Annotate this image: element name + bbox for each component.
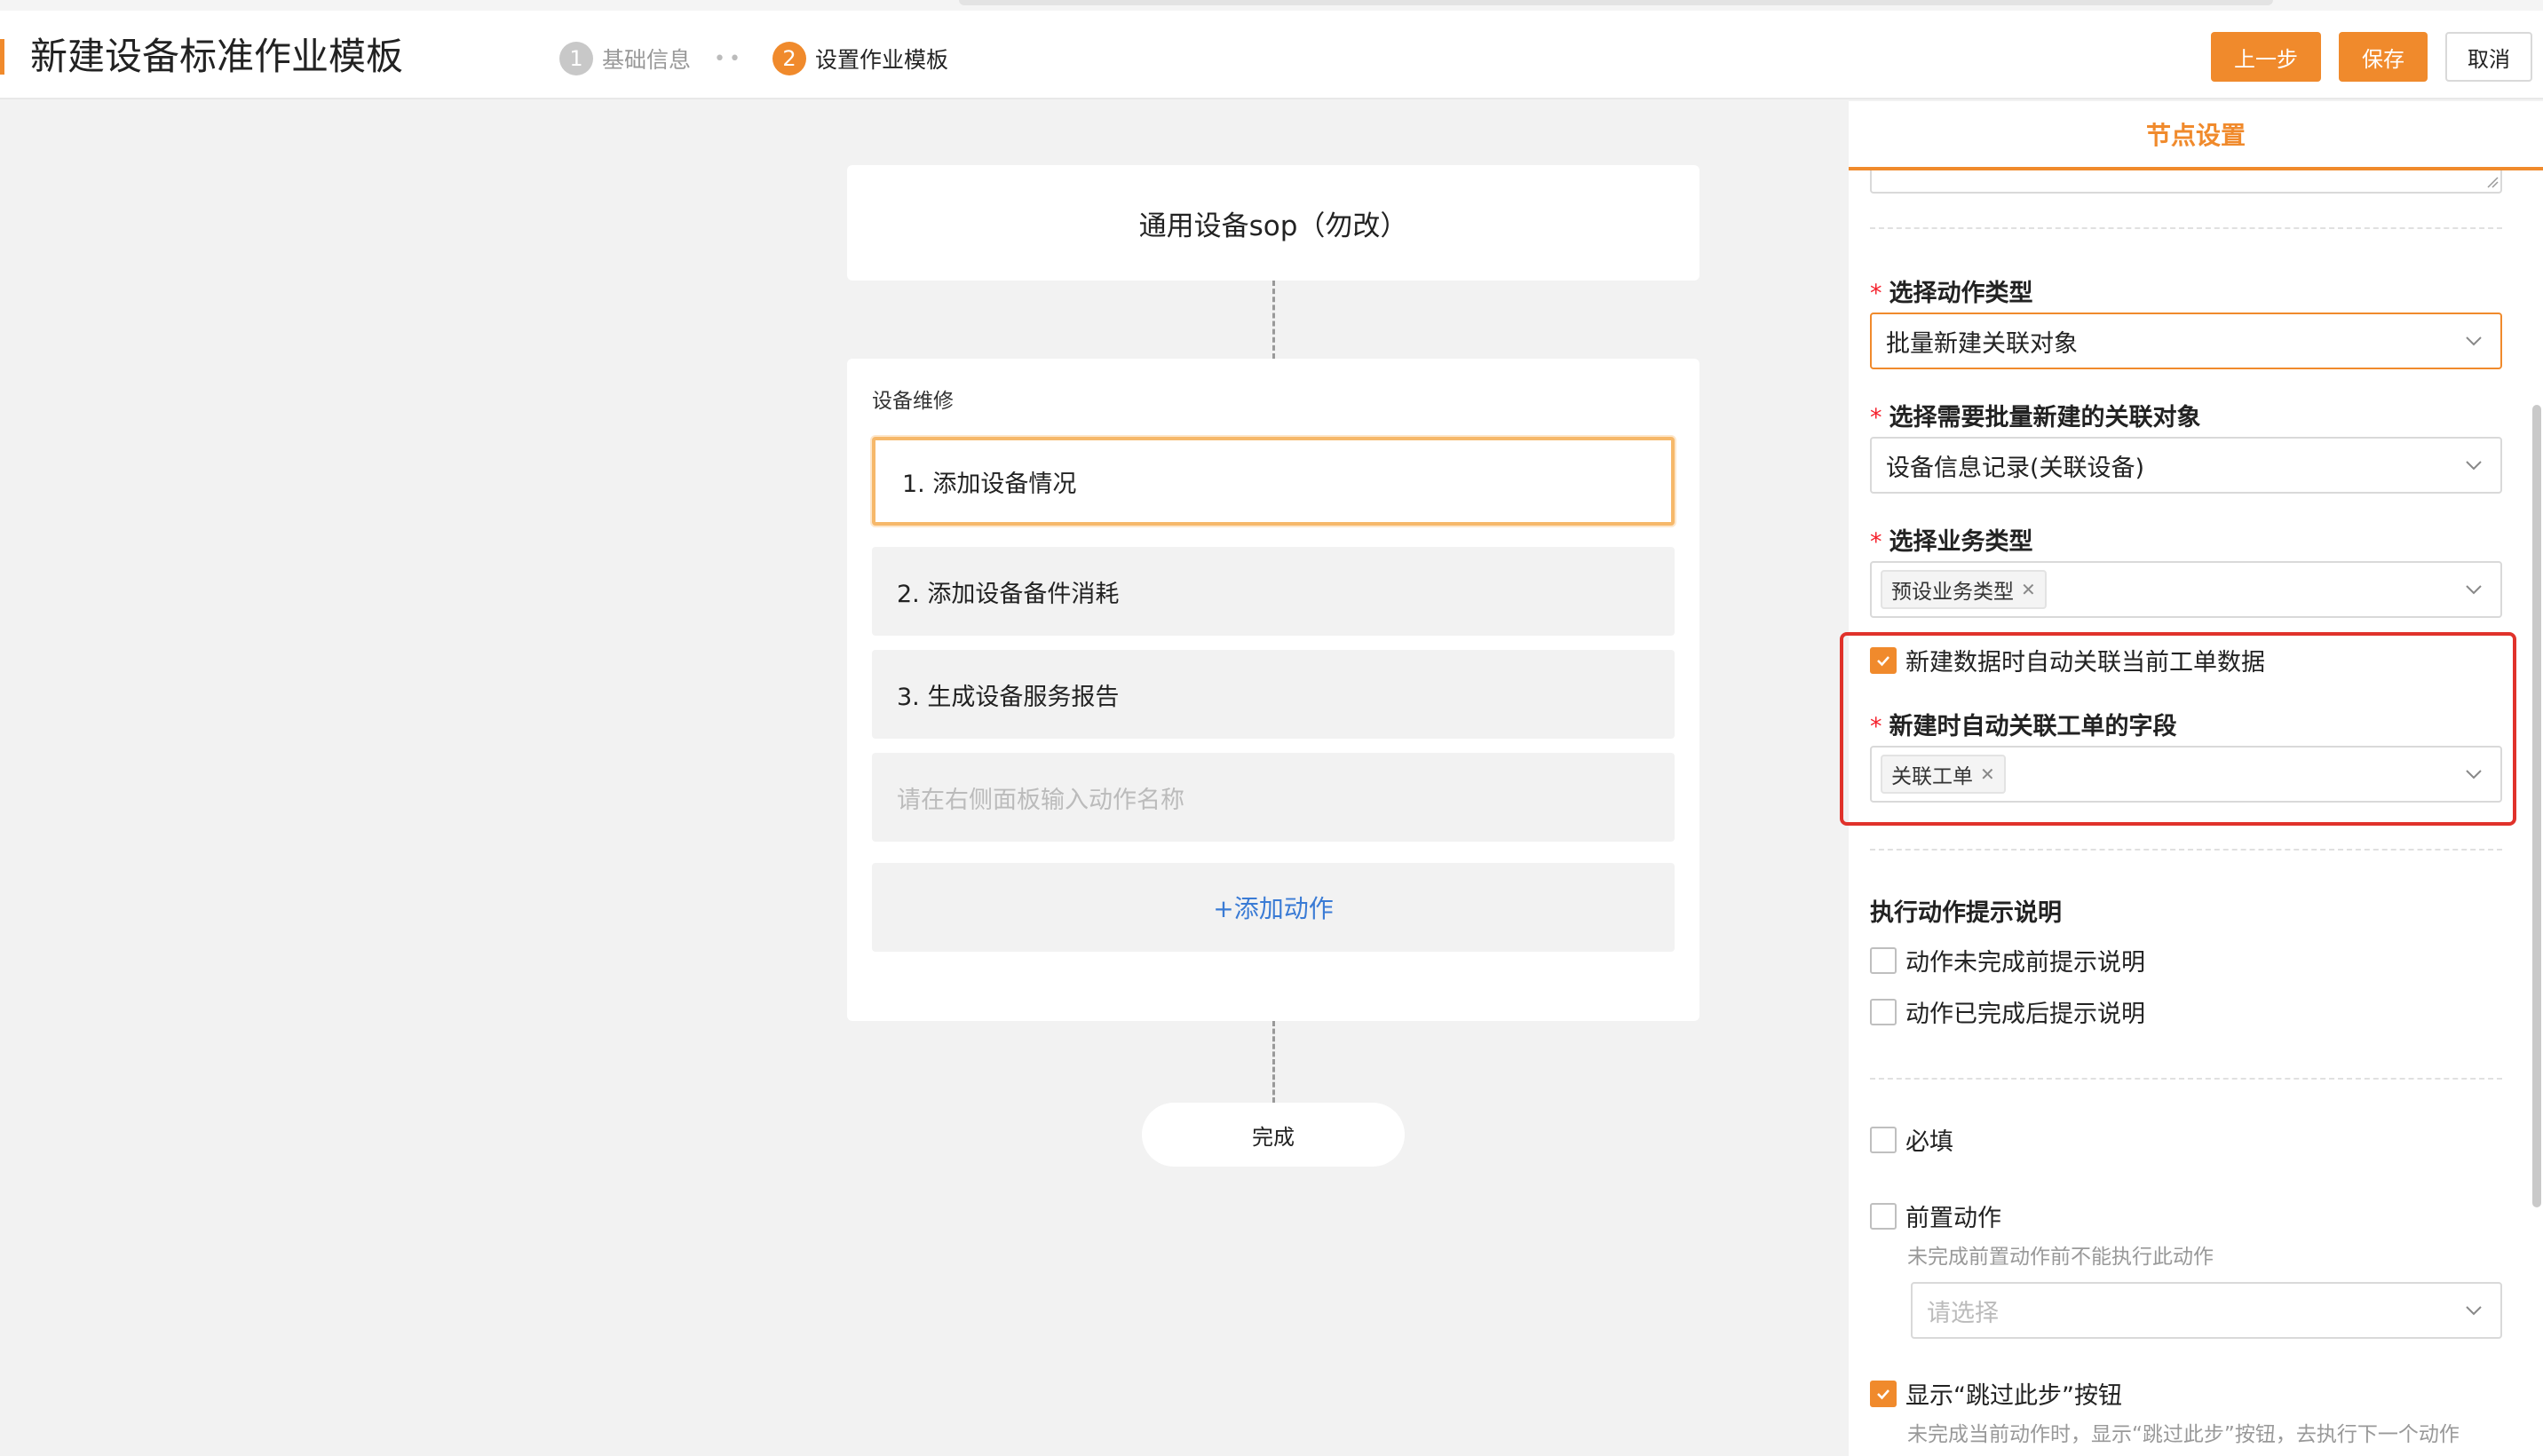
field-label-text: 选择动作类型 [1889,280,2033,307]
business-type-label: * 选择业务类型 [1870,522,2033,557]
action-item-selected[interactable]: 1. 添加设备情况 [872,437,1675,526]
category-title: 设备维修 [872,390,954,413]
chevron-down-icon [2466,1306,2482,1316]
tag-text: 预设业务类型 [1891,581,2014,604]
action-item[interactable]: 2. 添加设备备件消耗 [872,547,1675,636]
required-mark: * [1870,280,1882,307]
step-label: 设置作业模板 [814,47,948,73]
category-card: 设备维修 1. 添加设备情况 2. 添加设备备件消耗 3. 生成设备服务报告 请… [847,359,1699,1021]
select-placeholder: 请选择 [1927,1299,1999,1327]
select-value: 批量新建关联对象 [1886,329,2078,358]
section-divider [1870,1078,2502,1080]
skip-button-hint: 未完成当前动作时，显示“跳过此步”按钮，去执行下一个动作 [1907,1423,2460,1446]
end-node[interactable]: 完成 [1142,1103,1405,1167]
field-label-text: 选择需要批量新建的关联对象 [1889,404,2201,431]
save-button[interactable]: 保存 [2339,32,2428,82]
checkbox-icon [1870,998,1897,1025]
section-divider [1870,849,2502,851]
exec-hint-label: 执行动作提示说明 [1870,899,2062,927]
cancel-button[interactable]: 取消 [2445,32,2532,82]
template-name-card[interactable]: 通用设备sop（勿改） [847,165,1699,281]
action-item[interactable]: 3. 生成设备服务报告 [872,650,1675,739]
checkbox-icon [1870,946,1897,974]
step-number: 2 [772,42,806,75]
checkbox-label: 动作未完成前提示说明 [1905,949,2145,977]
flow-connector [1272,1021,1275,1103]
required-mark: * [1870,528,1882,556]
select-value: 设备信息记录(关联设备) [1886,454,2145,482]
checkbox-label: 必填 [1905,1128,1953,1156]
step-number: 1 [559,42,593,75]
pre-action-checkbox[interactable]: 前置动作 [1870,1199,2001,1233]
page-title: 新建设备标准作业模板 [30,35,404,78]
title-accent-bar [0,39,4,75]
checkbox-icon [1870,1202,1897,1230]
browser-top-strip [0,0,2543,11]
checkbox-label: 前置动作 [1905,1205,2001,1232]
prev-step-button[interactable]: 上一步 [2211,32,2321,82]
panel-scrollbar[interactable] [2532,405,2541,1207]
batch-object-label: * 选择需要批量新建的关联对象 [1870,398,2201,432]
chevron-down-icon [2466,585,2482,595]
page-header: 新建设备标准作业模板 1 基础信息 •• 2 设置作业模板 上一步 保存 取消 [0,0,2543,99]
action-type-label: * 选择动作类型 [1870,273,2033,308]
required-checkbox[interactable]: 必填 [1870,1122,1953,1157]
checkbox-checked-icon [1870,1380,1897,1407]
action-type-select[interactable]: 批量新建关联对象 [1870,313,2502,369]
batch-object-select[interactable]: 设备信息记录(关联设备) [1870,437,2502,494]
tag-close-icon[interactable]: ✕ [2021,579,2036,600]
field-label-text: 选择业务类型 [1889,528,2033,556]
description-textarea[interactable] [1870,170,2502,194]
annotation-highlight-box [1840,632,2516,826]
hint-after-checkbox[interactable]: 动作已完成后提示说明 [1870,994,2145,1029]
chevron-down-icon [2466,461,2482,471]
chevron-down-icon [2466,336,2482,346]
step-basic-info[interactable]: 1 基础信息 [559,42,691,75]
step-template-setup[interactable]: 2 设置作业模板 [772,42,948,75]
step-label: 基础信息 [602,47,692,73]
checkbox-label: 动作已完成后提示说明 [1905,1001,2145,1028]
resize-handle-icon[interactable] [2486,176,2499,188]
flow-connector [1272,281,1275,359]
checkbox-icon [1870,1126,1897,1153]
pre-action-select[interactable]: 请选择 [1911,1282,2502,1339]
hint-before-checkbox[interactable]: 动作未完成前提示说明 [1870,943,2145,977]
skip-button-checkbox[interactable]: 显示“跳过此步”按钮 [1870,1376,2122,1411]
action-placeholder-item[interactable]: 请在右侧面板输入动作名称 [872,753,1675,842]
business-type-select[interactable]: 预设业务类型 ✕ [1870,561,2502,618]
panel-title-tab[interactable]: 节点设置 [1849,101,2543,170]
required-mark: * [1870,404,1882,431]
step-separator: •• [714,47,744,70]
step-indicator: 1 基础信息 •• 2 设置作业模板 [559,41,948,76]
selected-tag: 预设业务类型 ✕ [1881,570,2047,609]
checkbox-label: 显示“跳过此步”按钮 [1905,1382,2122,1410]
section-divider [1870,227,2502,229]
pre-action-hint: 未完成前置动作前不能执行此动作 [1907,1246,2214,1269]
add-action-button[interactable]: +添加动作 [872,863,1675,952]
